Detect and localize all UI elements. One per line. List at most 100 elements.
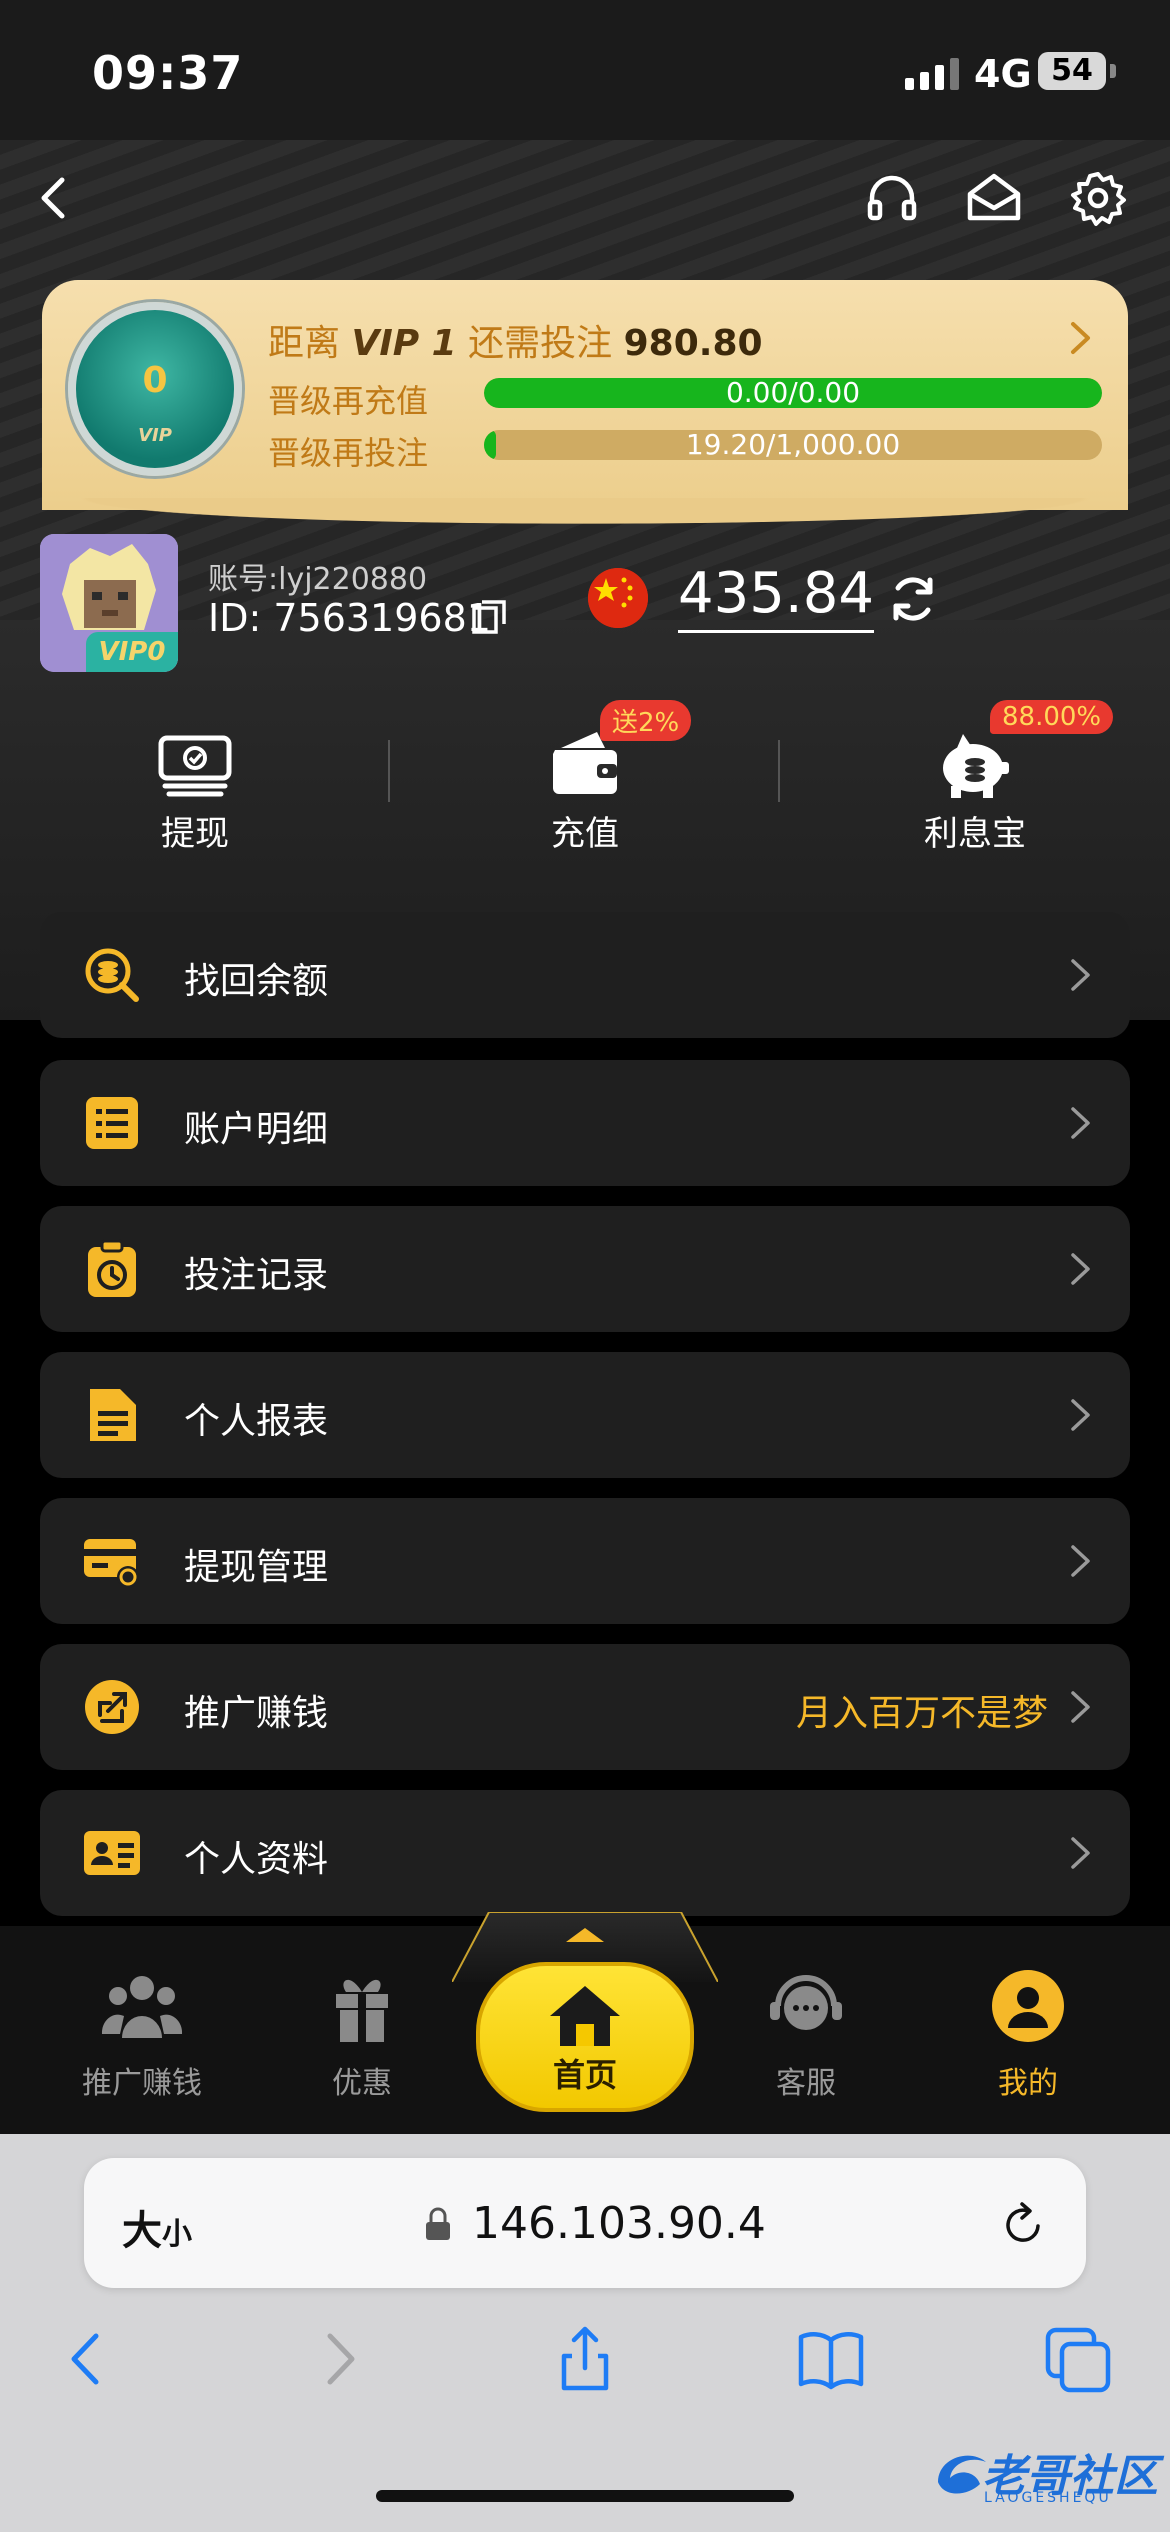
chat-headset-icon [770,1975,842,2030]
tab-label: 客服 [776,2066,836,2101]
vip-target-level: VIP 1 [351,323,457,364]
settings-gear-icon[interactable] [1068,168,1128,228]
recharge-bonus-badge: 送2% [600,700,692,741]
chevron-right-icon [1071,1399,1090,1431]
chevron-right-icon [1071,1691,1090,1723]
recharge-action[interactable]: 送2% 充值 [390,700,780,860]
recharge-label: 充值 [551,814,619,854]
interest-treasure-label: 利息宝 [924,814,1026,854]
list-document-icon [86,1097,138,1149]
tab-mine[interactable]: 我的 [938,1968,1118,2118]
menu-bet-records[interactable]: 投注记录 [40,1206,1130,1332]
tab-label: 优惠 [332,2066,392,2101]
vip-title-prefix: 距离 [268,323,341,364]
headset-icon[interactable] [862,168,922,228]
home-indicator [376,2490,794,2502]
account-username: 账号:lyj220880 [208,562,428,597]
text-size-button[interactable]: 大小 [122,2198,192,2256]
share-icon [85,1680,139,1734]
avatar-vip-chip: VIP0 [86,632,178,672]
vip-level-number: 0 [142,360,168,401]
account-id: ID: 756319681 [208,596,491,640]
tab-promotions[interactable]: 优惠 [272,1968,452,2118]
china-flag-icon [588,568,648,628]
status-bar: 09:37 4G 54 [0,0,1170,140]
address-bar[interactable]: 大小 146.103.90.4 [84,2158,1086,2288]
vip-progress-card[interactable]: 0 VIP 距离 VIP 1 还需投注 980.80 晋级再充值 0.00/0.… [0,280,1170,528]
menu-account-details[interactable]: 账户明细 [40,1060,1130,1186]
copy-icon[interactable] [470,598,508,636]
action-divider [388,740,390,802]
back-arrow-icon[interactable] [24,168,84,228]
bet-progress-bar: 19.20/1,000.00 [484,430,1102,460]
battery-tip [1110,64,1116,78]
clipboard-clock-icon [88,1239,136,1297]
chevron-right-icon [1071,1545,1090,1577]
tab-label: 我的 [998,2066,1058,2101]
menu-label: 个人资料 [184,1839,329,1880]
menu-label: 提现管理 [184,1547,329,1588]
card-settings-icon [84,1539,139,1588]
cellular-signal-icon [905,58,959,90]
battery-icon: 54 [1038,52,1106,90]
vip-level-badge: 0 VIP [68,302,242,476]
menu-label: 推广赚钱 [184,1693,329,1734]
wallet-balance: 435.84 [678,562,874,633]
chevron-right-icon [1071,1107,1090,1139]
chevron-right-icon[interactable] [1060,318,1100,358]
withdraw-label: 提现 [161,814,229,854]
coin-search-icon [85,948,139,1002]
forward-icon[interactable] [304,2324,374,2394]
menu-personal-profile[interactable]: 个人资料 [40,1790,1130,1916]
refresh-icon[interactable] [884,570,942,628]
reload-icon[interactable] [998,2200,1048,2250]
menu-label: 投注记录 [184,1255,329,1296]
report-document-icon [90,1389,136,1441]
share-icon[interactable] [550,2324,620,2394]
bet-progress-label: 晋级再投注 [268,434,429,472]
user-profile-icon [992,1970,1064,2042]
vip-badge-label: VIP [138,425,172,446]
chevron-right-icon [1071,1253,1090,1285]
back-icon[interactable] [52,2324,122,2394]
menu-label: 个人报表 [184,1401,329,1442]
menu-label: 账户明细 [184,1109,329,1150]
text-size-large: 大 [122,2208,162,2254]
menu-personal-report[interactable]: 个人报表 [40,1352,1130,1478]
tab-label: 推广赚钱 [82,2066,202,2101]
dragon-logo-icon [938,2455,986,2494]
menu-withdraw-management[interactable]: 提现管理 [40,1498,1130,1624]
gift-icon [336,1979,388,2042]
menu-recover-balance[interactable]: 找回余额 [40,912,1130,1038]
tab-label: 首页 [552,2056,617,2094]
withdraw-action[interactable]: 提现 [0,710,390,860]
action-divider [778,740,780,802]
cash-icon [158,735,232,797]
chevron-right-icon [1071,959,1090,991]
tab-customer-service[interactable]: 客服 [716,1968,896,2118]
url-text: 146.103.90.4 [472,2198,766,2249]
menu-hint: 月入百万不是梦 [795,1693,1048,1734]
chevron-right-icon [1071,1837,1090,1869]
tabs-icon[interactable] [1044,2324,1114,2394]
lock-icon [426,2207,450,2240]
watermark-subtext: LAOGESHEQU [984,2490,1112,2506]
avatar[interactable]: VIP0 [40,534,178,672]
recharge-progress-text: 0.00/0.00 [725,378,861,408]
piggy-bank-icon [943,734,1009,798]
menu-promote-earn[interactable]: 推广赚钱 月入百万不是梦 [40,1644,1130,1770]
recharge-progress-label: 晋级再充值 [268,382,429,420]
home-icon [550,1986,620,2046]
interest-rate-badge: 88.00% [990,700,1114,734]
tab-promote[interactable]: 推广赚钱 [52,1968,232,2118]
id-card-icon [84,1831,140,1875]
watermark-logo: 老哥社区 LAOGESHEQU [930,2436,1170,2506]
recharge-progress-bar: 0.00/0.00 [484,378,1102,408]
group-users-icon [101,1976,183,2038]
tab-home[interactable]: 首页 [476,1962,694,2112]
interest-treasure-action[interactable]: 88.00% 利息宝 [780,700,1170,860]
bookmarks-icon[interactable] [796,2324,866,2394]
vip-title: 距离 VIP 1 还需投注 980.80 [268,314,763,366]
vip-title-middle: 还需投注 [468,323,613,364]
mail-icon[interactable] [964,168,1024,228]
